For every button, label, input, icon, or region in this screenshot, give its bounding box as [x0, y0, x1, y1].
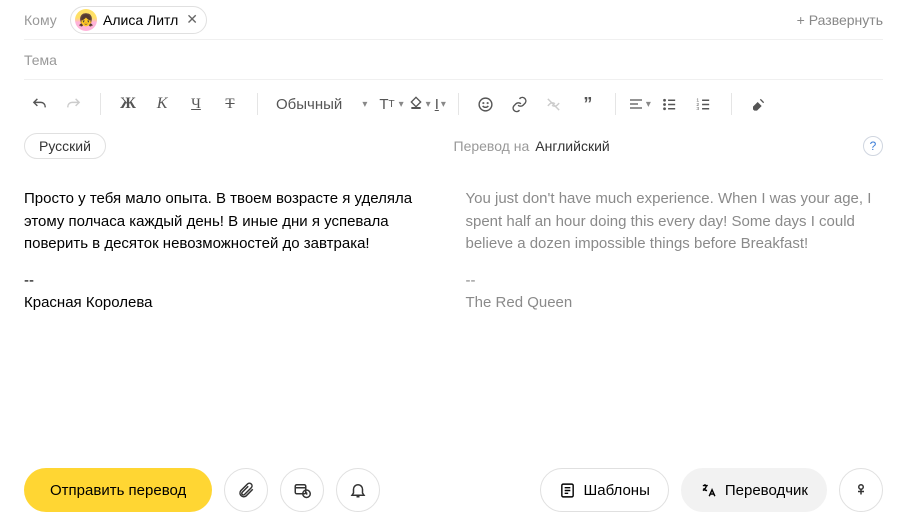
toolbar-separator — [731, 93, 732, 115]
recipient-avatar: 👧 — [75, 9, 97, 31]
svg-text:3: 3 — [697, 106, 700, 112]
toolbar-separator — [615, 93, 616, 115]
quote-button[interactable]: ” — [573, 89, 603, 119]
plus-icon: + — [797, 12, 805, 28]
translation-paragraph: You just don't have much experience. Whe… — [466, 188, 884, 256]
subject-label: Тема — [24, 52, 70, 68]
chevron-down-icon: ▾ — [646, 99, 651, 110]
recipient-chip[interactable]: 👧 Алиса Литл ✕ — [70, 6, 207, 34]
compose-footer: Отправить перевод Шаблоны Переводчик — [24, 454, 883, 526]
underline-button[interactable]: Ч — [181, 89, 211, 119]
subject-field-row[interactable]: Тема — [24, 40, 883, 80]
signature-separator: -- — [24, 270, 442, 293]
editor-body: Просто у тебя мало опыта. В твоем возрас… — [24, 164, 883, 454]
highlight-color-button[interactable]: I ▾ — [435, 89, 446, 119]
expand-button[interactable]: + Развернуть — [797, 12, 883, 28]
text-color-button[interactable]: ▾ — [408, 89, 431, 119]
format-toolbar: Ж К Ч Т Обычный ▾ TT ▾ ▾ I ▾ — [24, 80, 883, 128]
templates-label: Шаблоны — [584, 482, 650, 499]
translation-signature: The Red Queen — [466, 292, 884, 315]
remove-recipient-icon[interactable]: ✕ — [186, 11, 198, 28]
bold-button[interactable]: Ж — [113, 89, 143, 119]
unlink-button[interactable] — [539, 89, 569, 119]
source-text-pane[interactable]: Просто у тебя мало опыта. В твоем возрас… — [24, 188, 442, 454]
translate-language-bar: Русский Перевод на Английский ? — [24, 128, 883, 164]
source-paragraph: Просто у тебя мало опыта. В твоем возрас… — [24, 188, 442, 256]
italic-button[interactable]: К — [147, 89, 177, 119]
source-language-select[interactable]: Русский — [24, 133, 106, 159]
send-translation-button[interactable]: Отправить перевод — [24, 468, 212, 512]
source-signature: Красная Королева — [24, 292, 442, 315]
redo-button[interactable] — [58, 89, 88, 119]
schedule-send-button[interactable] — [280, 468, 324, 512]
toolbar-separator — [458, 93, 459, 115]
font-size-button[interactable]: TT ▾ — [377, 89, 403, 119]
to-field-row: Кому 👧 Алиса Литл ✕ + Развернуть — [24, 0, 883, 40]
signature-separator: -- — [466, 270, 884, 293]
chevron-down-icon: ▾ — [441, 99, 446, 110]
recipient-name: Алиса Литл — [103, 12, 178, 28]
to-label: Кому — [24, 12, 70, 28]
signature-button[interactable] — [839, 468, 883, 512]
translator-label: Переводчик — [725, 482, 808, 499]
reminder-button[interactable] — [336, 468, 380, 512]
translation-text-pane: You just don't have much experience. Whe… — [466, 188, 884, 454]
templates-button[interactable]: Шаблоны — [540, 468, 669, 512]
chevron-down-icon: ▾ — [426, 99, 431, 110]
attach-button[interactable] — [224, 468, 268, 512]
chevron-down-icon: ▾ — [399, 99, 404, 110]
target-language-select[interactable]: Английский — [535, 138, 609, 154]
target-prefix-label: Перевод на — [454, 138, 530, 154]
toolbar-separator — [257, 93, 258, 115]
expand-label: Развернуть — [809, 12, 883, 28]
style-label: Обычный — [276, 96, 342, 113]
chevron-down-icon: ▾ — [362, 99, 367, 110]
strikethrough-button[interactable]: Т — [215, 89, 245, 119]
toolbar-separator — [100, 93, 101, 115]
text-style-select[interactable]: Обычный ▾ — [270, 96, 373, 113]
clear-format-button[interactable] — [744, 89, 774, 119]
numbered-list-button[interactable]: 123 — [689, 89, 719, 119]
bullet-list-button[interactable] — [655, 89, 685, 119]
emoji-button[interactable] — [471, 89, 501, 119]
translator-toggle-button[interactable]: Переводчик — [681, 468, 827, 512]
help-button[interactable]: ? — [863, 136, 883, 156]
undo-button[interactable] — [24, 89, 54, 119]
align-button[interactable]: ▾ — [628, 89, 651, 119]
link-button[interactable] — [505, 89, 535, 119]
